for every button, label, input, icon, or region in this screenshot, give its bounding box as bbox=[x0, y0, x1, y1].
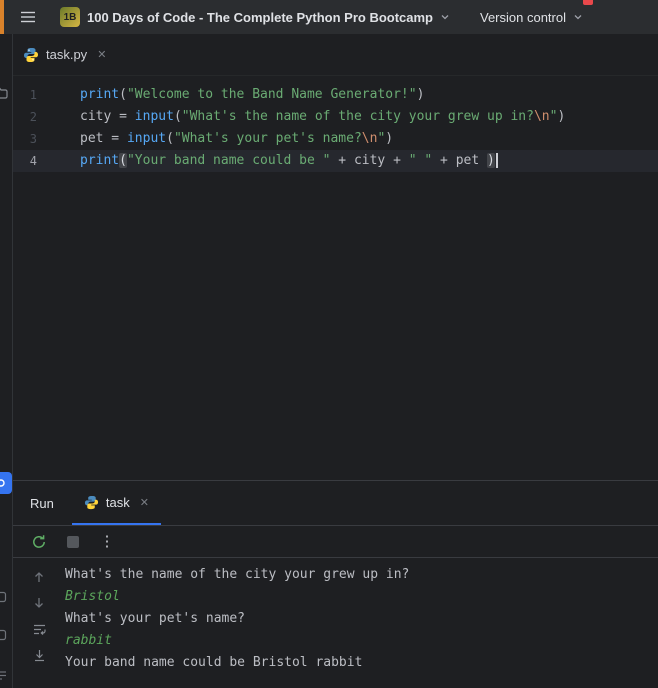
console-gutter bbox=[13, 558, 65, 688]
stop-button[interactable] bbox=[62, 531, 84, 553]
version-control-label: Version control bbox=[480, 9, 566, 25]
toolwindow-icon bbox=[0, 479, 5, 487]
prev-occurrence-button[interactable] bbox=[30, 568, 48, 586]
console-output[interactable]: What's the name of the city your grew up… bbox=[65, 558, 658, 688]
code-text: city = input("What's the name of the cit… bbox=[80, 109, 566, 124]
rerun-icon bbox=[33, 534, 45, 548]
text-caret bbox=[495, 153, 498, 168]
project-name: 100 Days of Code - The Complete Python P… bbox=[87, 9, 433, 25]
run-toolwindow: Run task ✕ ⋮ What's the name of the city… bbox=[13, 480, 658, 688]
run-header: Run task ✕ bbox=[13, 481, 658, 526]
ide-window: 1B 100 Days of Code - The Complete Pytho… bbox=[0, 0, 658, 688]
code-line-4[interactable]: 4 print("Your band name could be " + city… bbox=[13, 150, 658, 172]
code-line-1[interactable]: 1 print("Welcome to the Band Name Generat… bbox=[13, 84, 658, 106]
console-line: What's your pet's name? bbox=[65, 611, 246, 626]
code-line-2[interactable]: 2 city = input("What's the name of the ci… bbox=[13, 106, 658, 128]
toolwindow-icon bbox=[0, 591, 7, 603]
toolwindow-icon bbox=[0, 671, 6, 680]
chevron-down-icon bbox=[441, 15, 449, 20]
editor-tab-task-py[interactable]: task.py ✕ bbox=[13, 34, 116, 75]
scroll-to-end-icon bbox=[34, 649, 44, 661]
toolwindow-button-3[interactable] bbox=[0, 664, 12, 686]
close-run-tab-icon[interactable]: ✕ bbox=[140, 496, 149, 509]
project-selector[interactable]: 1B 100 Days of Code - The Complete Pytho… bbox=[52, 4, 458, 30]
toolwindow-button-2[interactable] bbox=[0, 624, 12, 646]
code-text: pet = input("What's your pet's name?\n") bbox=[80, 131, 394, 146]
toolwindow-icon bbox=[0, 629, 7, 641]
line-number: 1 bbox=[29, 88, 37, 102]
run-tab-label: task bbox=[105, 494, 130, 510]
python-icon bbox=[84, 495, 98, 509]
line-number: 2 bbox=[29, 110, 37, 124]
active-toolwindow-button[interactable] bbox=[0, 472, 12, 494]
folder-icon bbox=[0, 87, 8, 99]
run-tab-task[interactable]: task ✕ bbox=[71, 481, 161, 525]
next-occurrence-button[interactable] bbox=[30, 594, 48, 612]
run-panel-title: Run bbox=[30, 495, 54, 511]
line-number: 3 bbox=[29, 132, 37, 146]
code-text: print("Your band name could be " + city … bbox=[37, 150, 498, 172]
python-icon bbox=[24, 47, 38, 62]
console-line: What's the name of the city your grew up… bbox=[65, 567, 410, 582]
recording-indicator bbox=[583, 0, 593, 5]
editor-tabbar: task.py ✕ bbox=[13, 34, 658, 76]
editor-tab-label: task.py bbox=[46, 47, 88, 62]
rerun-button[interactable] bbox=[28, 531, 50, 553]
chevron-down-icon bbox=[574, 15, 582, 20]
hamburger-icon bbox=[21, 11, 35, 23]
arrow-down-icon bbox=[35, 598, 43, 608]
project-toolwindow-button[interactable] bbox=[0, 82, 12, 104]
line-number: 4 bbox=[29, 154, 37, 168]
run-toolbar: ⋮ bbox=[13, 526, 658, 558]
main-menu-button[interactable] bbox=[20, 10, 36, 24]
more-options-button[interactable]: ⋮ bbox=[96, 531, 118, 553]
project-badge: 1B bbox=[60, 7, 80, 27]
soft-wrap-icon bbox=[33, 624, 46, 635]
close-tab-icon[interactable]: ✕ bbox=[97, 48, 106, 61]
toolwindow-button-1[interactable] bbox=[0, 586, 12, 608]
scroll-to-end-button[interactable] bbox=[30, 646, 48, 664]
version-control-selector[interactable]: Version control bbox=[472, 7, 591, 28]
code-line-3[interactable]: 3 pet = input("What's your pet's name?\n"… bbox=[13, 128, 658, 150]
left-toolwindow-stripe bbox=[0, 34, 13, 688]
console-line: Your band name could be Bristol rabbit bbox=[65, 655, 363, 670]
soft-wrap-button[interactable] bbox=[30, 620, 48, 638]
titlebar: 1B 100 Days of Code - The Complete Pytho… bbox=[0, 0, 658, 34]
console-line: Bristol bbox=[65, 589, 120, 604]
console-line: rabbit bbox=[65, 633, 112, 648]
code-editor[interactable]: 1 print("Welcome to the Band Name Generat… bbox=[13, 76, 658, 480]
arrow-up-icon bbox=[35, 572, 43, 582]
titlebar-accent-stripe bbox=[0, 0, 4, 34]
stop-icon bbox=[67, 535, 79, 548]
kebab-menu-icon: ⋮ bbox=[99, 533, 115, 550]
code-text: print("Welcome to the Band Name Generato… bbox=[80, 87, 425, 102]
